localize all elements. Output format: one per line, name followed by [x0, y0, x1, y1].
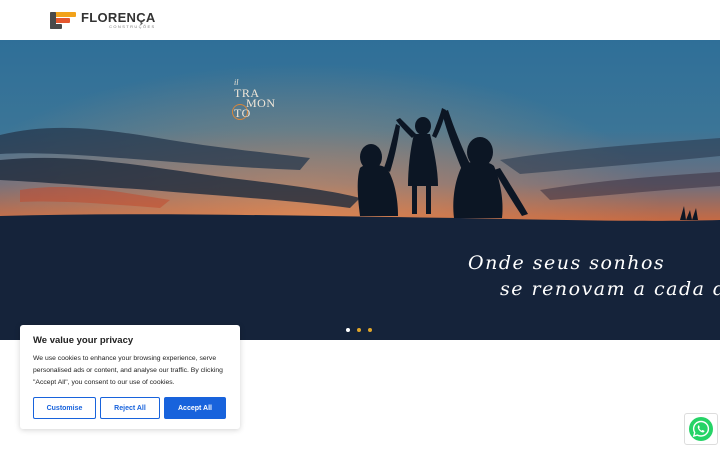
slider-dot-1[interactable] — [346, 328, 350, 332]
cookie-actions: Customise Reject All Accept All — [33, 397, 226, 419]
cookie-consent-banner: We value your privacy We use cookies to … — [20, 325, 240, 429]
accept-all-button[interactable]: Accept All — [164, 397, 226, 419]
logo-name: FLORENÇA — [81, 10, 156, 25]
cookie-title: We value your privacy — [33, 335, 134, 346]
slider-dot-2[interactable] — [357, 328, 361, 332]
whatsapp-icon — [689, 417, 713, 441]
hero-tagline-line-2: se renovam a cada dia — [500, 278, 720, 300]
slider-pagination — [346, 328, 372, 332]
customise-button[interactable]: Customise — [33, 397, 96, 419]
site-logo[interactable]: FLORENÇA CONSTRUÇÕES — [50, 10, 156, 30]
site-header: FLORENÇA CONSTRUÇÕES — [0, 0, 720, 40]
logo-subtitle: CONSTRUÇÕES — [109, 24, 156, 29]
logo-text: FLORENÇA CONSTRUÇÕES — [81, 11, 156, 29]
hero-slider[interactable]: il TRA MON TO Onde seus sonhos se renova… — [0, 40, 720, 340]
logo-mark-icon — [50, 10, 78, 30]
hero-tagline-line-1: Onde seus sonhos — [468, 252, 666, 274]
cookie-description: We use cookies to enhance your browsing … — [33, 355, 223, 386]
slider-dot-3[interactable] — [368, 328, 372, 332]
reject-all-button[interactable]: Reject All — [100, 397, 160, 419]
whatsapp-button[interactable] — [684, 413, 718, 445]
page: FLORENÇA CONSTRUÇÕES il TRA MON TO Onde … — [0, 0, 720, 450]
brand-line-3: TO — [234, 106, 251, 120]
